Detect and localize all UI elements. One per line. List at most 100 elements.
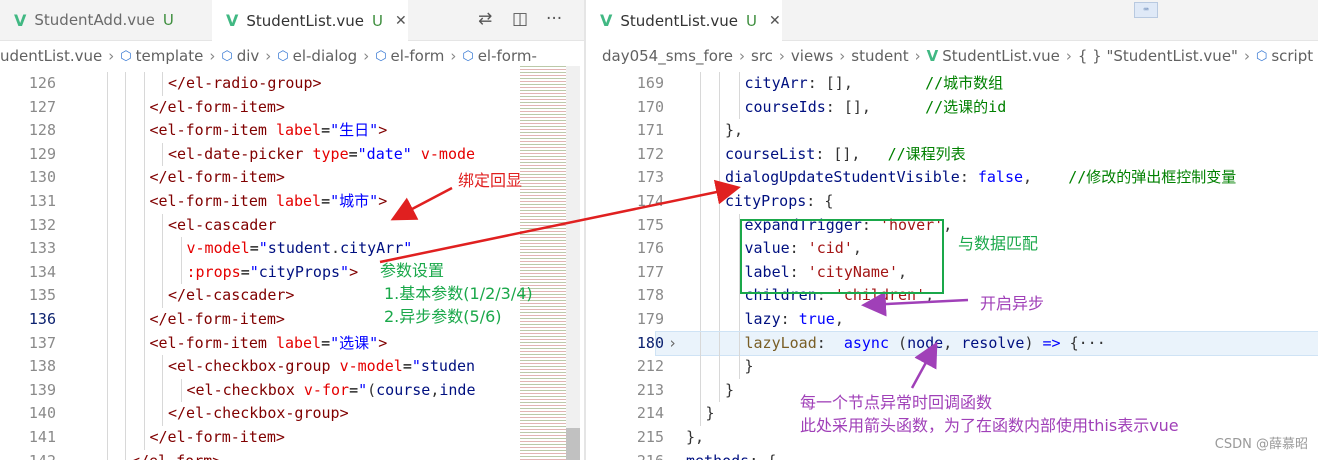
code-text: v-model="student.cityArr" xyxy=(186,239,413,258)
tab-label: StudentList.vue xyxy=(620,11,739,30)
chevron-right-icon: › xyxy=(739,47,745,65)
code-text: lazyLoad: async (node, resolve) => {··· xyxy=(744,333,1106,352)
breadcrumb-item[interactable]: udentList.vue xyxy=(0,47,102,65)
line-number: 170 xyxy=(636,97,664,116)
code-line[interactable]: 127 </el-form-item> xyxy=(0,95,584,120)
code-line[interactable]: 132 <el-cascader xyxy=(0,213,584,238)
split-editor-icon[interactable]: ◫ xyxy=(512,9,528,29)
code-line[interactable]: 174 cityProps: { xyxy=(586,190,1318,214)
code-line[interactable]: 177 label: 'cityName', xyxy=(586,260,1318,285)
indent-guide xyxy=(699,95,701,120)
breadcrumb-item[interactable]: day054_sms_fore xyxy=(602,47,733,65)
breadcrumb-item[interactable]: ⬡ el-dialog xyxy=(277,47,357,65)
indent-guide xyxy=(719,355,720,379)
indent-guide xyxy=(719,119,720,143)
right-tab-bar: V StudentList.vue U ✕ xyxy=(586,0,1318,41)
code-line[interactable]: 171}, xyxy=(586,119,1318,143)
tab-studentlist-left[interactable]: V StudentList.vue U ✕ xyxy=(212,0,408,41)
code-line[interactable]: 176 value: 'cid', xyxy=(586,237,1318,261)
fold-chevron-icon[interactable]: › xyxy=(668,332,677,356)
code-line[interactable]: 141 </el-form-item> xyxy=(0,426,584,450)
vertical-scrollbar[interactable] xyxy=(566,66,580,460)
breadcrumb-item[interactable]: ⬡ div xyxy=(221,47,259,65)
indent-guide xyxy=(125,331,126,356)
indent-guide xyxy=(143,402,145,426)
chevron-right-icon: › xyxy=(1243,47,1250,65)
tab-studentadd[interactable]: V StudentAdd.vue U xyxy=(0,0,210,40)
minimap[interactable] xyxy=(520,66,566,460)
note-params: 参数设置 xyxy=(380,261,445,280)
code-line[interactable]: 129 <el-date-picker type="date" v-mode xyxy=(0,142,584,167)
chevron-right-icon: › xyxy=(778,47,785,65)
breadcrumb-label: el-form- xyxy=(477,47,537,65)
line-number: 130 xyxy=(28,168,56,187)
breadcrumb-item[interactable]: ⬡ el-form xyxy=(375,47,444,65)
indent-guide xyxy=(738,95,740,120)
code-line[interactable]: 170 courseIds: [], //选课的id xyxy=(586,95,1318,120)
chevron-right-icon: › xyxy=(839,47,846,65)
indent-guide xyxy=(719,260,720,285)
breadcrumb-item[interactable]: src xyxy=(751,47,773,65)
chevron-right-icon: › xyxy=(209,47,216,65)
code-line[interactable]: 126 </el-radio-group> xyxy=(0,72,584,96)
indent-guide xyxy=(699,237,701,261)
indent-guide xyxy=(699,331,701,356)
breadcrumb-item[interactable]: ⬡ el-form- xyxy=(462,47,537,65)
compare-changes-icon[interactable]: ⇄ xyxy=(478,9,492,29)
code-line[interactable]: 180 › lazyLoad: async (node, resolve) => {… xyxy=(637,330,1318,357)
code-line[interactable]: 142 </el-form> xyxy=(0,449,584,460)
indent-guide xyxy=(719,72,720,96)
untracked-badge: U xyxy=(372,11,384,30)
indent-guide xyxy=(106,119,108,143)
indent-guide xyxy=(106,142,108,167)
code-line[interactable]: 172 courseList: [], //课程列表 xyxy=(586,142,1318,167)
tab-studentlist-right[interactable]: V StudentList.vue U ✕ xyxy=(586,0,782,41)
breadcrumb-label: el-dialog xyxy=(292,47,358,65)
code-line[interactable]: 179 lazy: true, xyxy=(586,308,1318,332)
indent-guide xyxy=(106,190,108,214)
code-line[interactable]: 128 <el-form-item label="生日"> xyxy=(0,119,584,143)
breadcrumb-label: student xyxy=(851,47,909,65)
code-line[interactable]: 138 <el-checkbox-group v-model="studen xyxy=(0,355,584,379)
code-text: :props="cityProps"> xyxy=(186,262,359,281)
code-line[interactable]: 173 dialogUpdateStudentVisible: false, //… xyxy=(586,166,1318,190)
breadcrumb-item[interactable]: ⬡ template xyxy=(120,47,203,65)
note-async-params: 2.异步参数(5/6) xyxy=(384,307,502,326)
code-line[interactable]: 212} xyxy=(586,355,1318,379)
indent-guide xyxy=(162,72,163,96)
line-number: 179 xyxy=(636,310,664,328)
code-line[interactable]: 139 <el-checkbox v-for="(course,inde xyxy=(0,378,584,403)
note-bind-echo: 绑定回显 xyxy=(458,171,523,190)
chevron-right-icon: › xyxy=(265,47,272,65)
code-line[interactable]: 178 children: 'children', xyxy=(586,284,1318,308)
line-number: 134 xyxy=(28,262,56,281)
code-line[interactable]: 140 </el-checkbox-group> xyxy=(0,402,584,426)
breadcrumb-item[interactable]: student xyxy=(851,47,908,65)
code-line[interactable]: 137 <el-form-item label="选课"> xyxy=(0,331,584,356)
code-line[interactable]: 131 <el-form-item label="城市"> xyxy=(0,190,584,214)
code-text: </el-checkbox-group> xyxy=(168,404,349,423)
code-text: </el-radio-group> xyxy=(168,74,322,92)
close-icon[interactable]: ✕ xyxy=(395,13,407,29)
indent-guide xyxy=(738,355,740,379)
code-line[interactable]: 169 cityArr: [], //城市数组 xyxy=(586,72,1318,96)
line-number: 138 xyxy=(28,357,56,376)
breadcrumb-item[interactable]: ⬡ script xyxy=(1256,47,1313,65)
code-line[interactable]: 175 expandTrigger: 'hover', xyxy=(586,213,1318,238)
breadcrumb-item[interactable]: { } "StudentList.vue" xyxy=(1078,47,1238,65)
line-number: 135 xyxy=(28,286,56,305)
indent-guide xyxy=(699,284,701,308)
scrollbar-thumb[interactable] xyxy=(566,428,580,460)
indent-guide xyxy=(719,166,720,190)
indent-guide xyxy=(125,355,126,379)
breadcrumb-item[interactable]: V StudentList.vue xyxy=(927,47,1060,65)
close-icon[interactable]: ✕ xyxy=(769,13,781,29)
code-text: <el-date-picker type="date" v-mode xyxy=(168,144,476,163)
indent-guide xyxy=(125,119,126,143)
breadcrumb-label: udentList.vue xyxy=(0,47,103,65)
breadcrumb-item[interactable]: views xyxy=(791,47,833,65)
code-line[interactable]: 216 methods: { xyxy=(586,450,1318,460)
code-line[interactable]: 133 v-model="student.cityArr" xyxy=(0,237,584,261)
more-actions-icon[interactable]: ··· xyxy=(546,9,562,29)
indent-guide xyxy=(719,190,720,214)
